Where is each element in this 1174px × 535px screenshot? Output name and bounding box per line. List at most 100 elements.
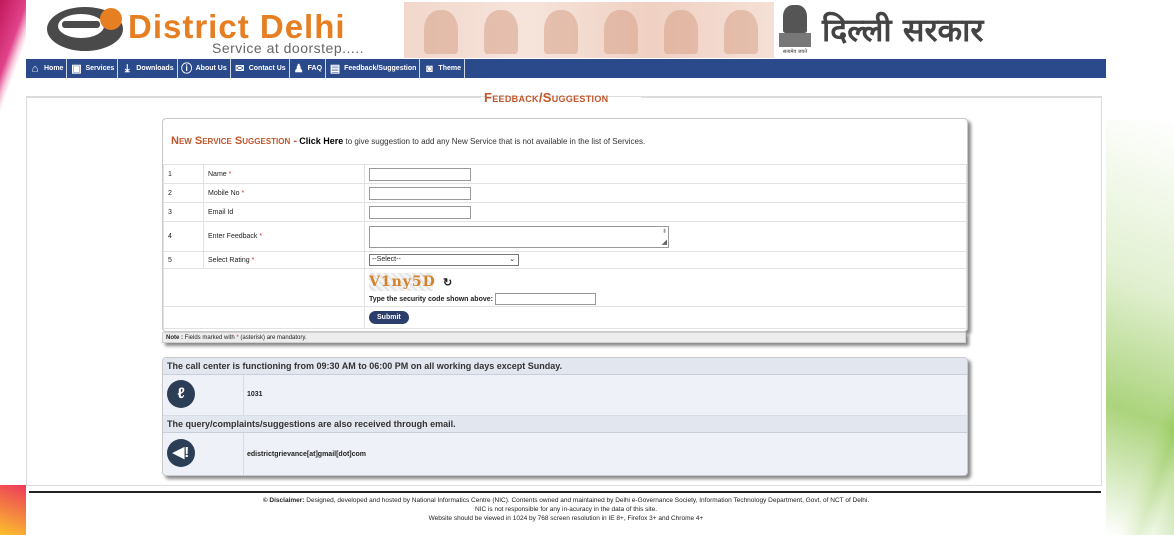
suggestion-title: New Service Suggestion - (171, 135, 297, 147)
banner-figure (724, 10, 758, 54)
nav-item-theme[interactable]: ◙ Theme (420, 59, 465, 78)
megaphone-icon: ◀! (167, 439, 195, 467)
field-cell (364, 202, 967, 222)
label-email: Email Id (208, 208, 234, 216)
nav-item-downloads[interactable]: ⤓ Downloads (118, 59, 178, 78)
field-label: Mobile No * (203, 183, 365, 203)
nav-item-about-us[interactable]: ⓘ About Us (178, 59, 231, 78)
mobile-input[interactable] (369, 186, 471, 200)
national-emblem-icon: सत्यमेव जयते (776, 5, 814, 55)
nav-label: FAQ (307, 65, 323, 72)
emblem-base (779, 33, 811, 47)
feedback-form-table: 1 Name * 2 Mobile No * 3 Email Id 4 Ente… (163, 164, 967, 329)
label-rating: Select Rating (208, 256, 250, 264)
camera-icon: ◙ (426, 62, 433, 75)
suggestion-text: to give suggestion to add any New Servic… (345, 137, 646, 146)
email-row: ◀! edistrictgrievance[at]gmail[dot]com (163, 433, 967, 475)
row-number: 3 (163, 202, 204, 222)
field-label: Name * (203, 164, 365, 184)
nav-label: Services (85, 65, 115, 72)
disclaimer-label: © Disclaimer: (262, 497, 305, 504)
field-label: Enter Feedback * (203, 221, 365, 252)
captcha-image: V1ny5D (369, 272, 436, 291)
logo-e-dot (100, 8, 122, 30)
required-marker: * (236, 335, 239, 341)
home-icon: ⌂ (31, 62, 39, 75)
header-banner-image (404, 2, 774, 58)
feedback-textarea[interactable]: ⬍ ◢ (369, 225, 669, 248)
table-row: Submit (163, 306, 967, 329)
row-number: 1 (163, 164, 204, 184)
page-container: District Delhi Service at doorstep..... … (26, 0, 1106, 535)
email-input[interactable] (369, 205, 471, 219)
row-number: 5 (163, 251, 204, 269)
table-row: 5 Select Rating * --Select-- ⌄ (163, 251, 967, 269)
banner-figure (544, 10, 578, 54)
nav-label: Contact Us (248, 65, 286, 72)
table-row: 2 Mobile No * (163, 183, 967, 203)
empty-cell (163, 306, 365, 329)
divider (26, 97, 481, 98)
background-swoosh-right (1104, 120, 1174, 535)
logo-e-bar (62, 21, 100, 28)
table-row: 3 Email Id (163, 202, 967, 222)
footer-line-2: NIC is not responsible for any in-acurac… (474, 506, 658, 513)
banner-figure (484, 10, 518, 54)
label-feedback: Enter Feedback (208, 233, 258, 240)
name-input[interactable] (369, 167, 471, 181)
government-name: दिल्ली सरकार (822, 11, 984, 49)
phone-row: ℓ 1031 (163, 375, 967, 416)
new-service-suggestion: New Service Suggestion - Click Here to g… (171, 135, 645, 147)
nav-label: Feedback/Suggestion (344, 65, 417, 72)
captcha-cell: V1ny5D ↻ Type the security code shown abo… (364, 268, 967, 307)
email-heading: The query/complaints/suggestions are als… (163, 416, 967, 433)
field-label: Email Id (203, 202, 365, 222)
resize-grip-icon[interactable]: ◢ (662, 238, 667, 246)
field-cell: ⬍ ◢ (364, 221, 967, 252)
row-number: 2 (163, 183, 204, 203)
banner-figure (604, 10, 638, 54)
disclaimer-text: Designed, developed and hosted by Nation… (306, 497, 870, 504)
mandatory-note: Note : Fields marked with * (asterisk) a… (162, 332, 966, 343)
nav-item-home[interactable]: ⌂ Home (26, 59, 68, 78)
call-center-panel: The call center is functioning from 09:3… (162, 357, 968, 476)
required-marker: * (251, 256, 255, 264)
site-footer: © Disclaimer: Designed, developed and ho… (26, 496, 1106, 523)
click-here-link[interactable]: Click Here (299, 136, 343, 146)
envelope-icon: ✉ (235, 62, 245, 75)
main-nav: ⌂ Home ▣ Services ⤓ Downloads ⓘ About Us ✉ Co… (26, 59, 1106, 78)
submit-button[interactable]: Submit (369, 311, 409, 324)
document-icon: ▤ (329, 62, 341, 75)
nav-item-contact-us[interactable]: ✉ Contact Us (231, 59, 290, 78)
required-marker: * (259, 233, 263, 240)
field-cell (364, 164, 967, 184)
rating-select[interactable]: --Select-- ⌄ (369, 254, 519, 266)
site-header: District Delhi Service at doorstep..... … (26, 0, 1106, 59)
footer-line-3: Website should be viewed in 1024 by 768 … (428, 515, 704, 522)
table-row: 4 Enter Feedback * ⬍ ◢ (163, 221, 967, 252)
required-marker: * (228, 170, 232, 178)
nav-item-services[interactable]: ▣ Services (67, 59, 119, 78)
note-text: Fields marked with (184, 335, 235, 341)
scroll-arrows-icon[interactable]: ⬍ (662, 228, 667, 235)
table-row: V1ny5D ↻ Type the security code shown abo… (163, 268, 967, 307)
ear-icon: ℓ (167, 380, 195, 408)
nav-label: Theme (438, 65, 461, 72)
nav-item-faq[interactable]: ♟ FAQ (290, 59, 327, 78)
captcha-input[interactable] (494, 292, 596, 305)
emblem-lions (783, 5, 807, 33)
field-label: Select Rating * (203, 251, 365, 269)
brand-tagline: Service at doorstep..... (212, 40, 365, 56)
info-icon: ⓘ (181, 62, 193, 75)
icon-cell: ◀! (163, 433, 244, 475)
captcha-label: Type the security code shown above: (369, 295, 493, 303)
footer-line-1: © Disclaimer: Designed, developed and ho… (26, 496, 1106, 505)
nav-item-feedback[interactable]: ▤ Feedback/Suggestion (326, 59, 421, 78)
label-mobile: Mobile No (208, 189, 240, 197)
submit-cell: Submit (364, 306, 967, 329)
nav-label: About Us (195, 65, 227, 72)
refresh-icon[interactable]: ↻ (443, 276, 452, 289)
call-center-heading: The call center is functioning from 09:3… (163, 358, 967, 375)
page-title: Feedback/Suggestion (484, 90, 609, 105)
empty-cell (163, 268, 365, 307)
